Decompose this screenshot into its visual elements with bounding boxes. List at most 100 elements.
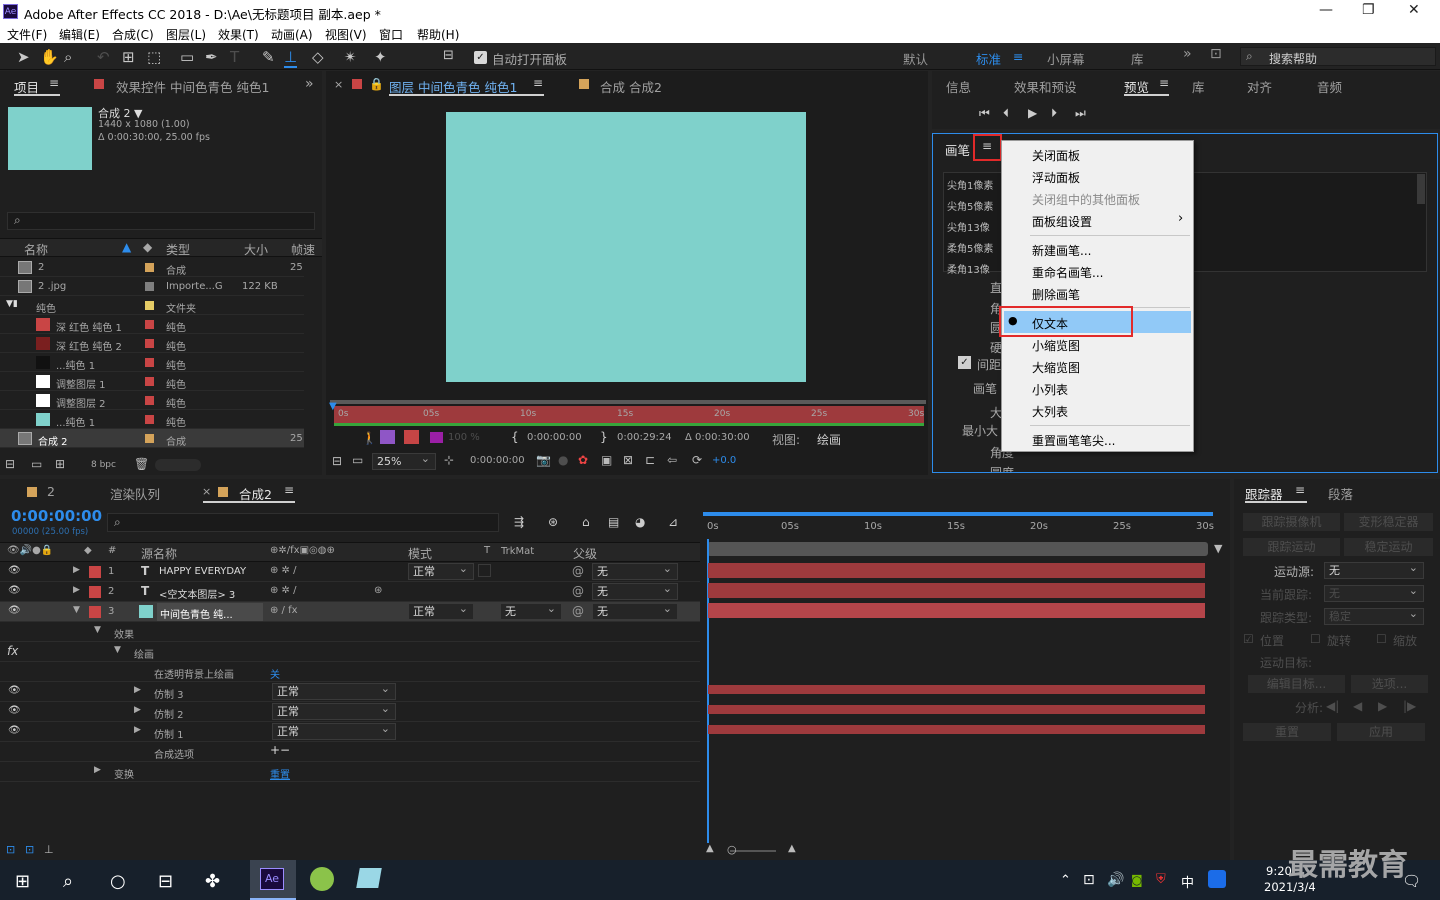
workspace-library[interactable]: 库 [1131,49,1144,68]
panel-menu-icon[interactable]: ≡ [1295,483,1305,497]
label-color[interactable] [89,606,101,618]
render-time-icon[interactable]: ⊥ [44,843,54,856]
transform-reset[interactable]: 重置 [270,766,290,781]
analyze-back-icon[interactable]: ◀| [1326,699,1339,713]
zoom-tool-icon[interactable]: ⌕ [64,48,72,66]
clone-stamp-tool-icon[interactable]: ⊥ [284,48,298,68]
minimize-icon[interactable]: — [1319,2,1333,18]
label-color[interactable] [89,586,101,598]
pen-tool-icon[interactable]: ✒ [205,48,218,66]
more-workspaces-icon[interactable]: » [1183,46,1192,62]
prev-frame-icon[interactable]: ⏴ [1003,106,1009,121]
label-color[interactable] [145,320,154,329]
menu-window[interactable]: 窗口 [379,26,403,43]
reset-button[interactable]: 重置 [1243,723,1331,741]
channel-icon[interactable]: ✿ [578,453,588,467]
layer-name[interactable]: HAPPY EVERYDAY [159,566,246,577]
after-effects-taskbar-button[interactable]: Ae [250,860,296,900]
region-icon[interactable]: ▣ [601,453,612,467]
brush-tool-icon[interactable]: ✎ [262,48,275,66]
timeline-search-input[interactable]: ⌕ [107,513,499,532]
tab-library[interactable]: 库 [1192,77,1205,96]
close-tab-icon[interactable]: × [202,485,211,498]
label-color[interactable] [145,358,154,367]
collapse-icon[interactable]: ▼ [73,605,80,615]
graph-editor-icon[interactable]: ⊿ [668,515,678,529]
menu-view[interactable]: 视图(V) [325,26,367,43]
col-size[interactable]: 大小 [244,241,268,258]
clone3-row[interactable]: 👁 ▶ 仿制 3 正常 [0,681,700,702]
layer-name[interactable]: <空文本图层> 3 [159,586,235,601]
col-fps[interactable]: 帧速 [291,241,315,258]
project-row[interactable]: ▼▮ 纯色 文件夹 [0,296,304,315]
col-name[interactable]: 名称 [24,241,48,258]
sort-asc-icon[interactable]: ▲ [122,240,131,254]
project-row[interactable]: 深 红色 纯色 2 纯色 [0,334,304,353]
analyze-forward-all-icon[interactable]: ▶ [1378,699,1387,713]
project-row[interactable]: 2 .jpg Importe...G 122 KB [0,277,304,296]
menu-large-list[interactable]: 大列表 [1032,403,1068,420]
label-color[interactable] [145,301,154,310]
rotation-checkbox[interactable]: ☐ [1310,632,1321,646]
effects-group-row[interactable]: ▼ 效果 [0,622,700,642]
work-area-bar[interactable] [703,512,1213,516]
paint-on-transparent-value[interactable]: 关 [270,666,280,681]
col-source-name[interactable]: 源名称 [141,545,177,562]
pinwheel-app-icon[interactable]: ✤ [205,871,220,892]
in-point-icon[interactable]: { [511,430,519,444]
motion-blur-icon[interactable]: ◕ [635,515,645,529]
interpret-footage-icon[interactable]: ⊟ [5,457,15,471]
next-frame-icon[interactable]: ⏵ [1051,106,1057,121]
project-search-input[interactable]: ⌕ [7,212,315,230]
tab-info[interactable]: 信息 [946,77,971,96]
brush-list-scrollbar[interactable] [1417,174,1425,204]
thumbnail-slider[interactable] [155,459,201,471]
menu-panel-group-settings[interactable]: 面板组设置 [1032,213,1092,230]
tab-paragraph[interactable]: 段落 [1328,484,1353,503]
in-point-time[interactable]: 0:00:00:00 [527,432,582,443]
collapse-icon[interactable]: ▼ [94,625,101,635]
draft-3d-icon[interactable]: ⊛ [548,515,558,529]
ime-indicator[interactable]: 中 [1181,872,1194,891]
sync-settings-icon[interactable]: ⊡ [1210,46,1222,62]
lock-icon[interactable]: 🔒 [369,77,384,91]
label-color[interactable] [89,566,101,578]
label-color[interactable] [145,415,154,424]
shy-layers-icon[interactable]: ⌂ [582,515,590,529]
col-mode[interactable]: 模式 [408,545,432,562]
tab-comp-2[interactable]: 2 [47,484,55,499]
qq-icon[interactable] [1208,870,1226,888]
hand-tool-icon[interactable]: ✋ [40,48,59,66]
parent-select[interactable]: 无 [592,561,678,580]
position-checkbox[interactable]: ☑ [1243,632,1254,646]
workspace-small-screen[interactable]: 小屏幕 [1047,49,1085,68]
menu-edit[interactable]: 编辑(E) [59,26,100,43]
nvidia-icon[interactable]: ◙ [1131,873,1143,887]
menu-layer[interactable]: 图层(L) [166,26,206,43]
layer-row-2[interactable]: 👁 ▶ 2 T <空文本图层> 3 ⊕ ✲ / ⊛ @ 无 [0,581,700,602]
expand-icon[interactable]: ▶ [134,685,141,695]
mode-select[interactable]: 正常 [408,561,474,580]
stabilize-motion-button[interactable]: 稳定运动 [1344,538,1433,556]
pickwhip-icon[interactable]: @ [572,584,584,598]
always-preview-icon[interactable]: ⊟ [332,454,342,468]
rectangle-tool-icon[interactable]: ▭ [180,48,194,66]
spacing-checkbox[interactable]: ✓ [958,356,971,369]
project-row[interactable]: 深 红色 纯色 1 纯色 [0,315,304,334]
tab-comp[interactable]: 合成 合成2 [600,77,662,96]
opacity-pct[interactable]: 100 % [448,432,480,443]
layer-name[interactable]: 中间色青色 纯... [160,606,233,621]
track-camera-button[interactable]: 跟踪摄像机 [1243,513,1340,531]
menu-close-others[interactable]: 关闭组中的其他面板 [1032,191,1140,208]
help-search-box[interactable]: ⌕ 搜索帮助 [1240,47,1436,66]
label-color[interactable] [145,263,154,272]
switches-icons[interactable]: ⊕ ✲ / [270,565,296,576]
menu-small-list[interactable]: 小列表 [1032,381,1068,398]
switches-icons[interactable]: ⊕ / fx [270,605,298,616]
walk-red-icon[interactable] [404,430,419,444]
label-color[interactable] [145,339,154,348]
pan-tool-icon[interactable]: ⬚ [147,48,161,66]
zoom-slider[interactable] [730,850,776,852]
label-color[interactable] [145,396,154,405]
safe-areas-icon[interactable]: ⊹ [444,453,454,467]
